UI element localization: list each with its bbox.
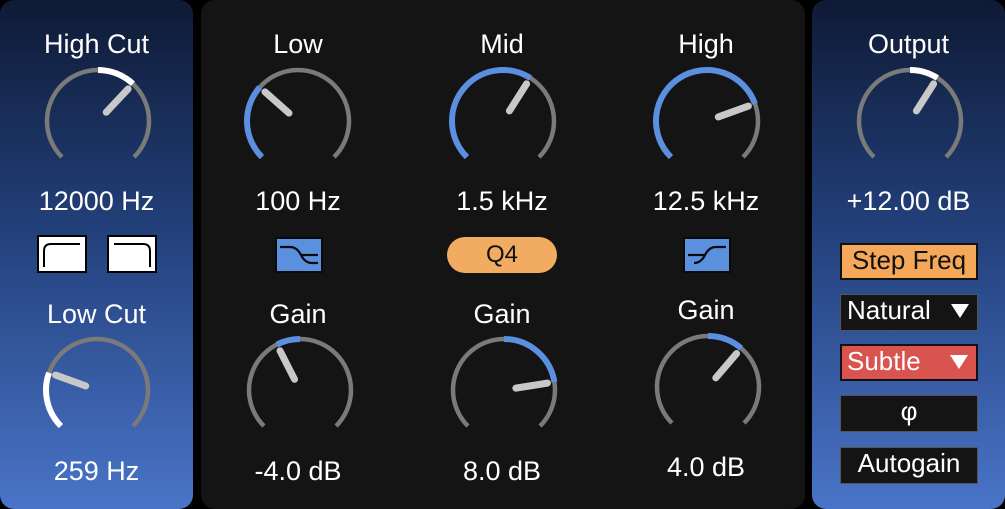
high-cut-label: High Cut	[43, 29, 150, 59]
subtle-dropdown[interactable]: Subtle	[840, 344, 978, 381]
knob-track	[244, 67, 352, 159]
knob-value-arc	[707, 333, 744, 351]
knob-pointer	[505, 80, 531, 115]
high-band-label: High	[678, 29, 734, 59]
low-freq-value: 100 Hz	[255, 186, 341, 216]
high-shelf-split-filter-icon[interactable]	[683, 237, 731, 273]
high-cut-filter-icon-graphic	[43, 243, 80, 267]
high-freq-knob[interactable]	[647, 61, 767, 181]
knob-pointer	[261, 88, 293, 117]
natural-dropdown[interactable]: Natural	[840, 294, 978, 331]
low-cut-value: 259 Hz	[53, 456, 140, 486]
phase-icon: φ	[900, 396, 918, 426]
mid-freq-knob[interactable]	[443, 61, 563, 181]
knob-track	[654, 333, 762, 425]
knob-pointer	[912, 80, 938, 115]
low-gain-label: Gain	[269, 299, 327, 329]
mid-gain-value: 8.0 dB	[462, 456, 542, 486]
knob-value-arc	[43, 371, 64, 429]
high-freq-value: 12.5 kHz	[652, 186, 760, 216]
high-gain-value: 4.0 dB	[666, 452, 746, 482]
high-shelf-split-filter-icon-graphic	[688, 245, 726, 265]
knob-value-arc	[244, 85, 265, 160]
knob-value-arc	[503, 336, 558, 383]
high-cut-value: 12000 Hz	[38, 186, 155, 216]
eq-bands-panel: Low 100 Hz Mid 1.5 kHz Q4 High 12.5 kHz …	[201, 0, 805, 509]
low-cut-knob[interactable]	[37, 330, 157, 450]
knob-pointer	[52, 371, 90, 390]
knob-pointer	[276, 347, 299, 383]
low-shelf-filter-icon-graphic	[280, 245, 318, 265]
subtle-dropdown-label: Subtle	[847, 346, 921, 376]
low-shelf-filter-icon[interactable]	[275, 237, 323, 273]
high-cut-filter-icon[interactable]	[37, 235, 87, 273]
low-freq-knob[interactable]	[238, 61, 358, 181]
knob-pointer	[714, 102, 752, 121]
high-shelf-filter-icon-graphic	[114, 243, 151, 267]
low-cut-label: Low Cut	[46, 299, 147, 329]
low-band-label: Low	[273, 29, 323, 59]
high-cut-knob[interactable]	[38, 61, 158, 181]
high-gain-knob[interactable]	[648, 327, 768, 447]
knob-value-arc	[275, 336, 301, 348]
step-freq-button[interactable]: Step Freq	[840, 243, 978, 280]
natural-dropdown-label: Natural	[847, 295, 931, 325]
low-gain-knob[interactable]	[240, 330, 360, 450]
knob-track	[856, 67, 964, 159]
output-knob[interactable]	[850, 61, 970, 181]
knob-track	[246, 336, 354, 428]
knob-value-arc	[909, 67, 939, 81]
chevron-down-icon	[950, 355, 968, 369]
chevron-down-icon	[951, 304, 969, 318]
q-badge-button[interactable]: Q4	[447, 237, 557, 273]
high-gain-label: Gain	[677, 295, 735, 325]
right-panel: Output +12.00 dB Step Freq Natural Subtl…	[812, 0, 1005, 509]
mid-gain-knob[interactable]	[444, 330, 564, 450]
knob-pointer	[712, 350, 741, 382]
high-shelf-filter-icon[interactable]	[107, 235, 157, 273]
left-panel: High Cut 12000 Hz Low Cut 259 Hz	[0, 0, 193, 509]
output-label: Output	[867, 29, 950, 59]
knob-value-arc	[653, 67, 758, 160]
knob-pointer	[512, 379, 551, 392]
knob-track	[44, 67, 152, 159]
mid-band-label: Mid	[480, 29, 524, 59]
knob-value-arc	[449, 67, 532, 160]
autogain-button[interactable]: Autogain	[840, 447, 978, 484]
knob-pointer	[102, 85, 132, 116]
mid-gain-label: Gain	[473, 299, 531, 329]
output-value: +12.00 dB	[846, 186, 971, 216]
low-gain-value: -4.0 dB	[254, 456, 342, 486]
knob-value-arc	[97, 67, 135, 87]
mid-freq-value: 1.5 kHz	[456, 186, 548, 216]
knob-track	[43, 336, 151, 428]
phase-invert-button[interactable]: φ	[840, 395, 978, 432]
